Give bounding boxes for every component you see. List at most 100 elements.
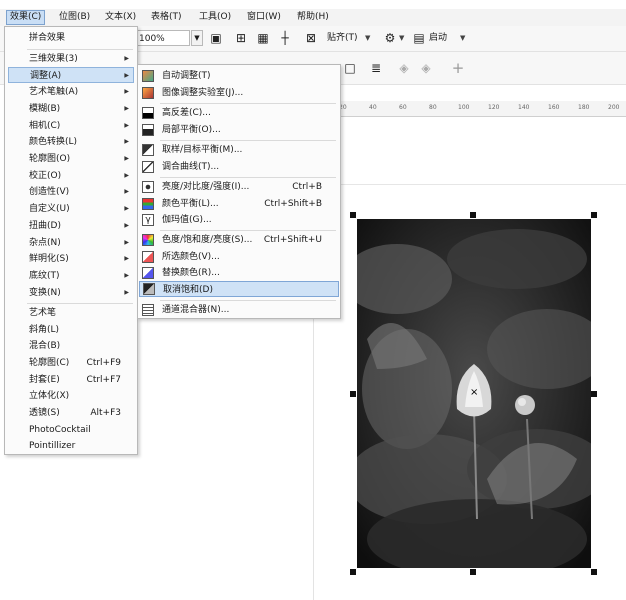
submenu-arrow-icon: ▶ <box>124 172 129 179</box>
desaturate-icon <box>143 283 155 295</box>
shortcut-label: Ctrl+Shift+U <box>263 235 322 245</box>
center-marker-icon[interactable]: × <box>470 388 478 398</box>
menu-separator <box>160 103 336 104</box>
sample-target-icon <box>142 144 154 156</box>
zoom-dropdown-button[interactable]: ▼ <box>191 30 203 46</box>
launch-dropdown-icon[interactable]: ▼ <box>460 31 468 45</box>
menu-bitmap[interactable]: 位图(B) <box>56 11 93 24</box>
replace-color-icon <box>142 267 154 279</box>
menu-item-transform[interactable]: 变换(N) ▶ <box>29 285 133 301</box>
menu-separator <box>27 303 133 304</box>
menu-item-3d-effects[interactable]: 三维效果(3) ▶ <box>29 51 133 67</box>
menu-item-custom[interactable]: 自定义(U) ▶ <box>29 201 133 217</box>
layers-alt-icon[interactable]: ◈ <box>418 60 434 76</box>
menu-tools[interactable]: 工具(O) <box>196 11 234 24</box>
snap-to-button[interactable]: 贴齐(T) <box>327 31 358 45</box>
selection-handle[interactable] <box>350 569 356 575</box>
menu-table[interactable]: 表格(T) <box>148 11 185 24</box>
menu-text[interactable]: 文本(X) <box>102 11 139 24</box>
ruler-tick: 40 <box>369 104 377 111</box>
menu-window[interactable]: 窗口(W) <box>244 11 284 24</box>
menu-item-noise[interactable]: 杂点(N) ▶ <box>29 235 133 251</box>
snap-dropdown-icon[interactable]: ▼ <box>365 31 373 45</box>
add-icon[interactable]: + <box>450 60 466 76</box>
rulers-icon[interactable]: ⊞ <box>233 30 249 46</box>
full-screen-icon[interactable]: ▣ <box>208 30 224 46</box>
selection-handle[interactable] <box>350 212 356 218</box>
submenu-arrow-icon: ▶ <box>124 239 129 246</box>
ruler-tick: 200 <box>608 104 620 111</box>
gamma-icon: γ <box>142 214 154 226</box>
menu-item-art-strokes[interactable]: 艺术笔触(A) ▶ <box>29 84 133 100</box>
selection-handle[interactable] <box>350 391 356 397</box>
menu-separator <box>160 177 336 178</box>
menu-separator <box>160 230 336 231</box>
menu-help[interactable]: 帮助(H) <box>294 11 332 24</box>
guidelines-icon[interactable]: ┼ <box>277 30 293 46</box>
submenu-item-tone-curve[interactable]: 调合曲线(T)... <box>142 159 336 175</box>
menu-item-envelope[interactable]: 封套(E) Ctrl+F7 <box>29 372 133 388</box>
menu-item-artistic-media[interactable]: 艺术笔 <box>29 305 133 321</box>
selection-handle[interactable] <box>591 212 597 218</box>
selection-handle[interactable] <box>591 391 597 397</box>
menu-item-bevel[interactable]: 斜角(L) <box>29 322 133 338</box>
menu-item-blend[interactable]: 混合(B) <box>29 338 133 354</box>
submenu-arrow-icon: ▶ <box>124 205 129 212</box>
submenu-item-selective-color[interactable]: 所选颜色(V)... <box>142 249 336 265</box>
menu-bar: 效果(C) 位图(B) 文本(X) 表格(T) 工具(O) 窗口(W) 帮助(H… <box>0 9 626 26</box>
selection-handle[interactable] <box>470 212 476 218</box>
submenu-item-auto-adjust[interactable]: 自动调整(T) <box>142 68 336 84</box>
menu-item-creative[interactable]: 创造性(V) ▶ <box>29 184 133 200</box>
submenu-item-desaturate[interactable]: 取消饱和(D) <box>139 281 339 297</box>
high-contrast-icon <box>142 107 154 119</box>
menu-item-contour[interactable]: 轮廓图(O) ▶ <box>29 151 133 167</box>
submenu-item-color-balance[interactable]: 颜色平衡(L)... Ctrl+Shift+B <box>142 196 336 212</box>
launch-icon[interactable]: ▤ <box>411 30 427 46</box>
selection-handle[interactable] <box>470 569 476 575</box>
menu-item-flatten-effect[interactable]: 拼合效果 <box>29 30 133 46</box>
submenu-arrow-icon: ▶ <box>124 272 129 279</box>
submenu-item-local-equalize[interactable]: 局部平衡(O)... <box>142 122 336 138</box>
menu-item-camera[interactable]: 相机(C) ▶ <box>29 118 133 134</box>
submenu-item-sample-target[interactable]: 取样/目标平衡(M)... <box>142 142 336 158</box>
menu-item-photococktail[interactable]: PhotoCocktail <box>29 422 133 438</box>
submenu-arrow-icon: ▶ <box>124 138 129 145</box>
menu-item-texture[interactable]: 底纹(T) ▶ <box>29 268 133 284</box>
shortcut-label: Alt+F3 <box>90 408 121 418</box>
menu-effects[interactable]: 效果(C) <box>6 10 46 25</box>
menu-item-sharpen[interactable]: 鲜明化(S) ▶ <box>29 251 133 267</box>
menu-item-adjust[interactable]: 调整(A) ▶ <box>8 67 134 83</box>
submenu-arrow-icon: ▶ <box>124 122 129 129</box>
launch-button[interactable]: 启动 <box>429 31 447 45</box>
submenu-item-hue-saturation[interactable]: 色度/饱和度/亮度(S)... Ctrl+Shift+U <box>142 232 336 248</box>
grid-icon[interactable]: ▦ <box>255 30 271 46</box>
submenu-item-high-contrast[interactable]: 高反差(C)... <box>142 105 336 121</box>
menu-item-blur[interactable]: 模糊(B) ▶ <box>29 101 133 117</box>
submenu-item-brightness[interactable]: 亮度/对比度/强度(I)... Ctrl+B <box>142 179 336 195</box>
zoom-level-field[interactable]: 100% <box>134 30 190 46</box>
submenu-item-channel-mixer[interactable]: 通道混合器(N)... <box>142 302 336 318</box>
submenu-item-image-lab[interactable]: 图像调整实验室(J)... <box>142 85 336 101</box>
ruler-tick: 60 <box>399 104 407 111</box>
effects-dropdown-menu: 拼合效果 三维效果(3) ▶ 调整(A) ▶ 艺术笔触(A) ▶ 模糊(B) ▶ 相机(… <box>4 26 138 455</box>
menu-item-color-transform[interactable]: 颜色转换(L) ▶ <box>29 134 133 150</box>
submenu-item-gamma[interactable]: γ 伽玛值(G)... <box>142 212 336 228</box>
layers-icon[interactable]: ◈ <box>396 60 412 76</box>
menu-item-pointillizer[interactable]: Pointillizer <box>29 438 133 454</box>
menu-item-contour-tool[interactable]: 轮廓图(C) Ctrl+F9 <box>29 355 133 371</box>
menu-separator <box>27 49 133 50</box>
menu-item-extrude[interactable]: 立体化(X) <box>29 388 133 404</box>
gear-icon[interactable]: ⚙ <box>382 30 398 46</box>
menu-item-distort[interactable]: 扭曲(D) ▶ <box>29 218 133 234</box>
resample-icon[interactable]: □ <box>342 60 358 76</box>
bitmap-mask-icon[interactable]: ≣ <box>368 60 384 76</box>
submenu-arrow-icon: ▶ <box>124 222 129 229</box>
snap-off-icon[interactable]: ⊠ <box>303 30 319 46</box>
menu-item-lens[interactable]: 透镜(S) Alt+F3 <box>29 405 133 421</box>
selection-handle[interactable] <box>591 569 597 575</box>
options-dropdown-icon[interactable]: ▼ <box>399 31 407 45</box>
auto-adjust-icon <box>142 70 154 82</box>
submenu-item-replace-color[interactable]: 替换颜色(R)... <box>142 265 336 281</box>
menu-item-correction[interactable]: 校正(O) ▶ <box>29 168 133 184</box>
submenu-arrow-icon: ▶ <box>124 188 129 195</box>
